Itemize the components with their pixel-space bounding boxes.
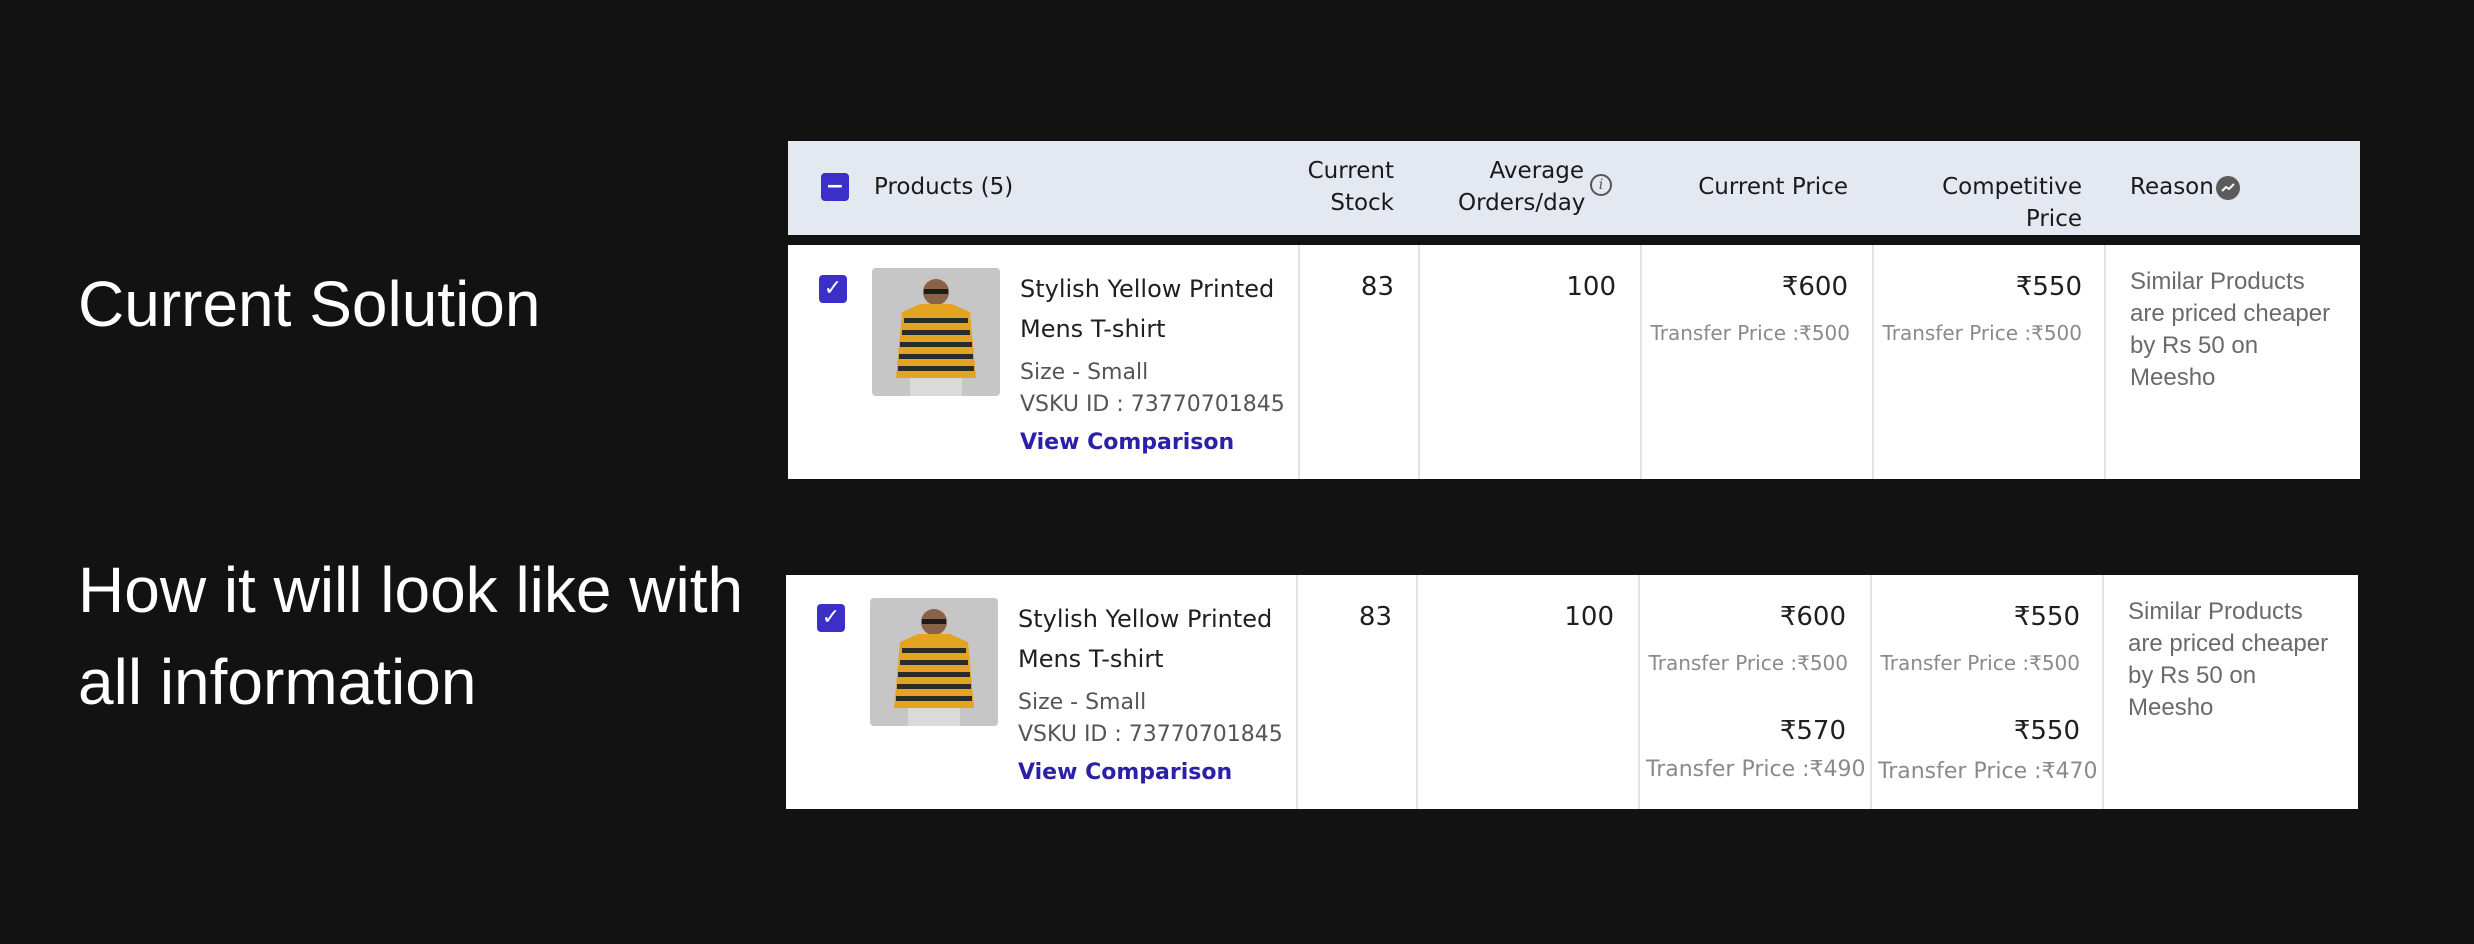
current-transfer-price: Transfer Price :₹500 xyxy=(1648,651,1848,675)
product-thumbnail[interactable] xyxy=(870,598,998,726)
competitive-price-value: ₹550 xyxy=(2015,272,2082,302)
current-transfer-secondary: Transfer Price :₹490 xyxy=(1646,757,1866,782)
competitive-price-value: ₹550 xyxy=(2013,602,2080,632)
check-icon: ✓ xyxy=(823,276,843,301)
table-row: ✓ Stylish Yellow Printed Mens T-shirt Si… xyxy=(788,245,2360,479)
competitive-transfer-price: Transfer Price :₹500 xyxy=(1882,321,2082,345)
future-solution-label: How it will look like with all informati… xyxy=(78,554,744,718)
row-checkbox[interactable]: ✓ xyxy=(817,604,845,632)
product-thumbnail[interactable] xyxy=(872,268,1000,396)
column-divider xyxy=(1418,245,1420,479)
header-competitive-price[interactable]: Competitive Price xyxy=(1888,171,2082,235)
header-reason[interactable]: Reason xyxy=(2130,171,2214,203)
column-divider xyxy=(1872,245,1874,479)
product-size: Size - Small xyxy=(1018,690,1147,715)
competitive-transfer-secondary: Transfer Price :₹470 xyxy=(1878,759,2098,784)
current-stock-value: 83 xyxy=(1358,602,1392,632)
header-current-stock[interactable]: Current Stock xyxy=(1298,155,1394,219)
product-size: Size - Small xyxy=(1020,360,1149,385)
column-divider xyxy=(1298,245,1300,479)
column-divider xyxy=(1640,245,1642,479)
product-vsku: VSKU ID : 73770701845 xyxy=(1020,392,1285,417)
view-comparison-link[interactable]: View Comparison xyxy=(1020,427,1234,459)
current-stock-value: 83 xyxy=(1360,272,1394,302)
current-price-value: ₹600 xyxy=(1779,602,1846,632)
column-divider xyxy=(1870,575,1872,809)
select-all-checkbox[interactable]: − xyxy=(821,173,849,201)
table-row: ✓ Stylish Yellow Printed Mens T-shirt Si… xyxy=(786,575,2358,809)
reason-text: Similar Products are priced cheaper by R… xyxy=(2130,268,2331,391)
product-name: Stylish Yellow Printed Mens T-shirt xyxy=(1020,275,1275,343)
column-divider xyxy=(1296,575,1298,809)
info-icon[interactable]: i xyxy=(1590,174,1612,196)
slide: Current Solution How it will look like w… xyxy=(0,0,2474,944)
trend-glyph xyxy=(2221,183,2235,192)
trend-icon[interactable] xyxy=(2216,176,2240,200)
current-solution-label: Current Solution xyxy=(78,268,541,340)
header-products[interactable]: Products (5) xyxy=(874,171,1013,203)
tshirt-model-image xyxy=(872,268,1000,396)
competitive-price-secondary: ₹550 xyxy=(2013,716,2080,746)
check-icon: ✓ xyxy=(821,605,841,630)
average-orders-value: 100 xyxy=(1564,602,1614,632)
average-orders-value: 100 xyxy=(1566,272,1616,302)
current-price-secondary: ₹570 xyxy=(1779,716,1846,746)
current-transfer-price: Transfer Price :₹500 xyxy=(1650,321,1850,345)
competitive-transfer-price: Transfer Price :₹500 xyxy=(1880,651,2080,675)
table-header: − Products (5) Current Stock Average Ord… xyxy=(788,141,2360,235)
tshirt-model-image xyxy=(870,598,998,726)
column-divider xyxy=(2104,245,2106,479)
view-comparison-link[interactable]: View Comparison xyxy=(1018,757,1232,789)
column-divider xyxy=(1416,575,1418,809)
reason-text: Similar Products are priced cheaper by R… xyxy=(2128,598,2329,721)
product-name: Stylish Yellow Printed Mens T-shirt xyxy=(1018,605,1273,673)
header-average-orders[interactable]: Average Orders/day xyxy=(1458,155,1585,219)
minus-icon: − xyxy=(825,174,845,199)
column-divider xyxy=(2102,575,2104,809)
header-current-price[interactable]: Current Price xyxy=(1698,171,1848,203)
current-price-value: ₹600 xyxy=(1781,272,1848,302)
row-checkbox[interactable]: ✓ xyxy=(819,275,847,303)
product-vsku: VSKU ID : 73770701845 xyxy=(1018,722,1283,747)
column-divider xyxy=(1638,575,1640,809)
